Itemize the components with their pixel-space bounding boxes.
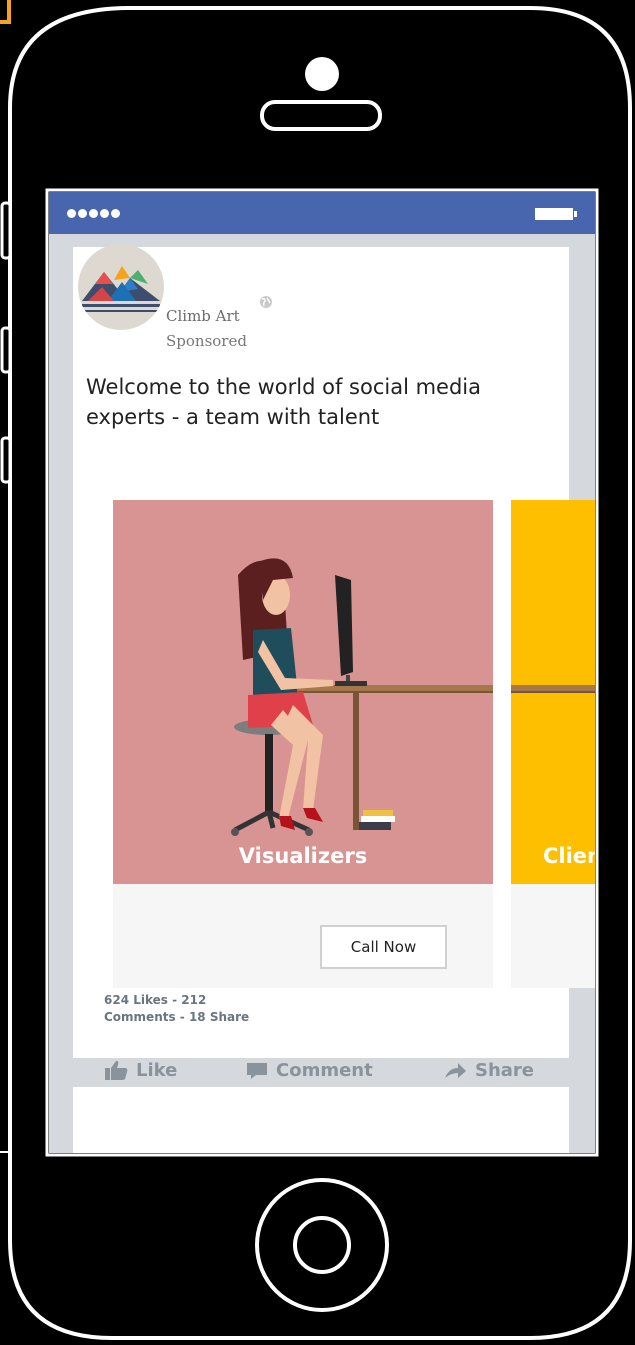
phone-screen: Climb Art Sponsored Welcome to the world… [49, 192, 595, 1153]
woman-at-desk-illustration [231, 558, 493, 836]
comment-label: Comment [276, 1059, 373, 1081]
comment-button[interactable]: Comment [246, 1057, 373, 1083]
card-image-client-service[interactable] [511, 500, 595, 884]
mountain-logo [82, 266, 160, 312]
stats-line-2: Comments - 18 Share [104, 1010, 250, 1024]
card-title: Client Ser [543, 844, 595, 868]
page-avatar[interactable] [78, 244, 164, 330]
front-camera [305, 57, 339, 91]
next-post-card [73, 1087, 569, 1153]
comment-bubble-icon [247, 1063, 267, 1079]
carousel-card[interactable]: Visualizers Call Now [113, 500, 493, 988]
status-bar [49, 192, 595, 234]
page-name[interactable]: Climb Art [166, 307, 240, 325]
share-label: Share [475, 1059, 535, 1081]
post-text: Welcome to the world of social media exp… [86, 375, 482, 429]
call-now-button[interactable]: Call Now [320, 925, 447, 969]
home-button-icon[interactable] [255, 1178, 389, 1312]
sponsored-label: Sponsored [166, 332, 247, 350]
like-button[interactable]: Like [104, 1057, 177, 1083]
battery-icon [535, 208, 577, 220]
share-button[interactable]: Share [443, 1057, 534, 1083]
side-button-top [0, 201, 12, 260]
globe-icon [260, 296, 272, 308]
thumbs-up-icon [105, 1060, 128, 1080]
speaker-grill [260, 100, 382, 131]
card-title: Visualizers [238, 844, 368, 868]
stats-line-1: 624 Likes - 212 [104, 993, 207, 1007]
like-label: Like [136, 1059, 178, 1081]
signal-dots-icon [67, 209, 120, 219]
engagement-stats: 624 Likes - 212 Comments - 18 Share [104, 992, 304, 1026]
phone-mockup: Climb Art Sponsored Welcome to the world… [0, 0, 635, 1345]
client-service-illustration [511, 685, 595, 693]
share-arrow-icon [445, 1063, 466, 1078]
side-button-mid [0, 326, 12, 374]
side-button-low [0, 436, 12, 484]
card-image-visualizers[interactable] [113, 500, 493, 884]
corner-accent [0, 0, 11, 24]
carousel-card[interactable]: Client Ser [511, 500, 595, 988]
sponsored-post: Climb Art Sponsored Welcome to the world… [73, 244, 595, 1081]
